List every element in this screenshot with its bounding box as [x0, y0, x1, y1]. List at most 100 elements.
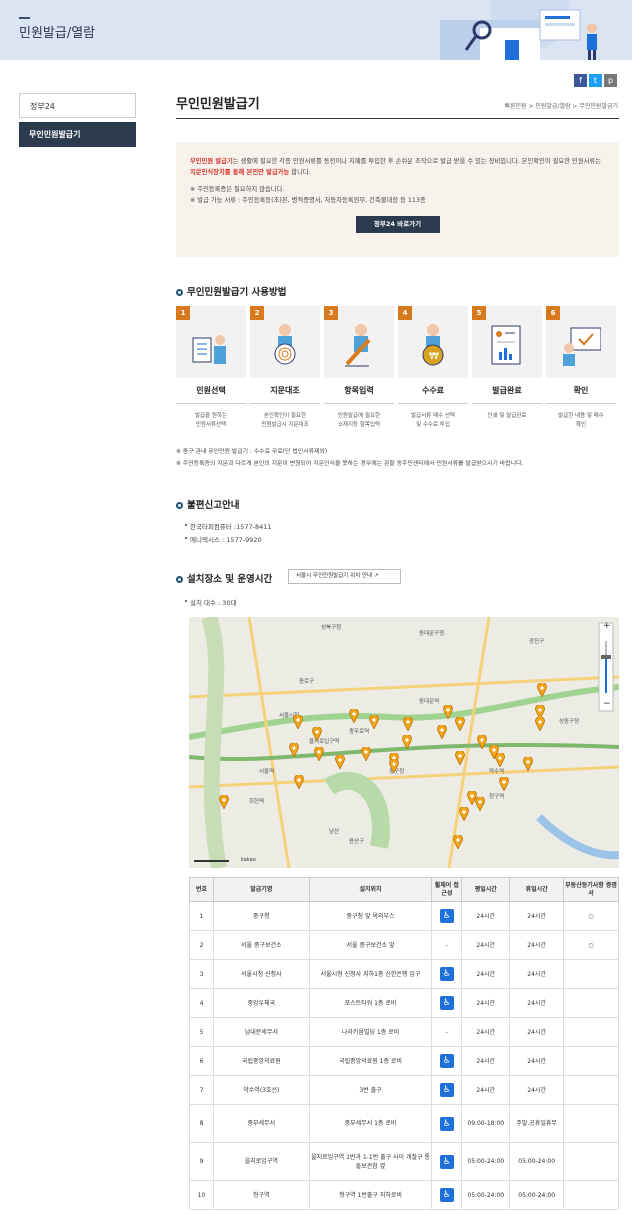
- table-header-cell: 휠체어 접근성: [431, 877, 463, 902]
- info-note-1: ※ 주민등록증은 필요하지 않습니다.: [190, 186, 285, 193]
- map-place-label: 충무로역: [349, 729, 370, 735]
- location-title: 설치장소 및 운영시간: [187, 574, 273, 585]
- print-icon[interactable]: p: [604, 74, 617, 87]
- map-place-label: 남산: [329, 829, 340, 835]
- map-marker-icon[interactable]: [455, 717, 465, 731]
- table-cell: [563, 1046, 619, 1076]
- table-cell: 청구역 1번출구 지하로비: [308, 1180, 433, 1210]
- step-5: 5 발급완료 인쇄 및 발급완료: [472, 306, 542, 430]
- wheelchair-icon: ♿: [439, 1188, 454, 1202]
- map-marker-icon[interactable]: [499, 777, 509, 791]
- wheelchair-icon: ♿: [439, 967, 454, 981]
- map-place-label: 성동구청: [559, 719, 580, 725]
- location-map[interactable]: + − kakao 성북구청 동대문구청 서울시청 중구청 남산 서울역 용산구 성동구청 광진…: [189, 617, 619, 868]
- facebook-icon[interactable]: f: [574, 74, 587, 87]
- map-place-label: 종로구: [299, 679, 315, 685]
- table-row: 8 중부세무서 중부세무서 1층 로비 ♿ 09:00-18:00 주말,공휴일휴무: [189, 1104, 619, 1143]
- step-label: 수수료: [421, 386, 445, 395]
- table-cell: ○: [563, 901, 619, 931]
- map-marker-icon[interactable]: [314, 747, 324, 761]
- table-cell: [563, 1180, 619, 1210]
- table-cell: 24시간: [509, 1075, 565, 1105]
- zoom-in-button[interactable]: +: [603, 621, 611, 631]
- map-marker-icon[interactable]: [455, 751, 465, 765]
- note-1: ※ 중구 관내 무인민원 발급기 : 수수료 무료(단 법인서류제외): [176, 449, 328, 455]
- step-number: 4: [398, 306, 412, 320]
- map-marker-icon[interactable]: [361, 747, 371, 761]
- map-marker-icon[interactable]: [475, 797, 485, 811]
- map-marker-icon[interactable]: [443, 705, 453, 719]
- seoul-kiosk-location-link[interactable]: 서울시 무인민원발급기 위치 안내 ↗: [288, 569, 401, 584]
- location-heading: 설치장소 및 운영시간: [176, 571, 272, 585]
- table-cell: 청구역: [212, 1180, 310, 1210]
- map-marker-icon[interactable]: [495, 753, 505, 767]
- table-cell: 24시간: [461, 930, 511, 960]
- map-marker-icon[interactable]: [335, 755, 345, 769]
- map-marker-icon[interactable]: [389, 759, 399, 773]
- map-marker-icon[interactable]: [477, 735, 487, 749]
- table-cell: 24시간: [509, 930, 565, 960]
- map-marker-icon[interactable]: [293, 715, 303, 729]
- table-cell: 을지로입구역 1번과 1-1번 출구 사이 개찰구 통돌보관함 옆: [308, 1142, 433, 1181]
- complaint-title: 불편신고안내: [187, 500, 240, 511]
- bullet-circle-icon: [176, 502, 183, 509]
- map-marker-icon[interactable]: [535, 717, 545, 731]
- step-desc: 발급을 원하는 민원서류선택: [176, 403, 246, 430]
- table-cell: [563, 1104, 619, 1143]
- map-place-label: 동대문구청: [419, 631, 445, 637]
- map-marker-icon[interactable]: [289, 743, 299, 757]
- table-cell: 서울 중구보건소 앞: [308, 930, 433, 960]
- map-marker-icon[interactable]: [537, 683, 547, 697]
- table-cell: 24시간: [509, 959, 565, 989]
- table-cell: 서울시청 신청사: [212, 959, 310, 989]
- complaint-contact-1: 한국타피컴퓨터 :1577-8411: [185, 523, 272, 531]
- table-cell: [563, 1017, 619, 1047]
- table-cell: 나라키움빌딩 1층 로비: [308, 1017, 433, 1047]
- map-place-label: 청구역: [489, 794, 505, 800]
- map-place-label: 약수역: [489, 769, 505, 775]
- map-marker-icon[interactable]: [349, 709, 359, 723]
- table-cell: 05:00-24:00: [461, 1180, 511, 1210]
- table-row: 9 을지로입구역 을지로입구역 1번과 1-1번 출구 사이 개찰구 통돌보관함 옆…: [189, 1142, 619, 1181]
- map-marker-icon[interactable]: [294, 775, 304, 789]
- printed-document-icon: [491, 325, 521, 365]
- map-marker-icon[interactable]: [402, 735, 412, 749]
- gov24-link-button[interactable]: 정부24 바로가기: [355, 216, 440, 233]
- install-count: 설치 대수 : 30대: [185, 599, 237, 607]
- table-cell: ♿: [431, 988, 463, 1018]
- map-marker-icon[interactable]: [369, 715, 379, 729]
- wheelchair-icon: ♿: [439, 1054, 454, 1068]
- table-row: 4 중앙우체국 포스트타워 1층 로비 ♿ 24시간 24시간: [189, 988, 619, 1018]
- twitter-icon[interactable]: t: [589, 74, 602, 87]
- map-marker-icon[interactable]: [459, 807, 469, 821]
- step-number: 2: [250, 306, 264, 320]
- bullet-circle-icon: [176, 289, 183, 296]
- table-cell: 중앙우체국: [212, 988, 310, 1018]
- table-header-cell: 발급기명: [212, 877, 310, 902]
- map-place-label: 동대문역: [419, 699, 440, 705]
- wheelchair-icon: ♿: [439, 1116, 454, 1131]
- table-cell: 3: [189, 959, 214, 989]
- map-marker-icon[interactable]: [437, 725, 447, 739]
- step-desc: 본인확인이 필요한 민원발급시 지문대조: [250, 403, 320, 430]
- table-cell: 1: [189, 901, 214, 931]
- step-4: 4 ₩ 수수료 발급서류 매수 선택 및 수수료 투입: [398, 306, 468, 430]
- map-marker-icon[interactable]: [523, 757, 533, 771]
- map-marker-icon[interactable]: [219, 795, 229, 809]
- zoom-out-button[interactable]: −: [603, 699, 611, 709]
- table-cell: ♿: [431, 959, 463, 989]
- table-cell: [563, 959, 619, 989]
- info-paragraph: 무인민원 발급기는 생활에 필요한 각종 민원서류를 동전이나 지폐를 투입한 …: [190, 156, 605, 178]
- table-cell: 24시간: [461, 901, 511, 931]
- lnb-item-gov24[interactable]: 정부24: [19, 93, 136, 118]
- map-place-label: 회현역: [249, 799, 265, 805]
- map-marker-icon[interactable]: [453, 835, 463, 849]
- lnb-item-kiosk[interactable]: 무인민원발급기: [19, 122, 136, 147]
- table-cell: 24시간: [461, 988, 511, 1018]
- map-marker-icon[interactable]: [312, 727, 322, 741]
- map-marker-icon[interactable]: [403, 717, 413, 731]
- left-nav: 정부24 무인민원발급기: [19, 93, 136, 147]
- table-cell: 5: [189, 1017, 214, 1047]
- note-2: ※ 주민등록증의 지문과 다르게 본인의 지문이 변형되어 지문인식을 못하는 …: [176, 461, 524, 467]
- table-row: 6 국립중앙의료원 국립중앙의료원 1층 로비 ♿ 24시간 24시간: [189, 1046, 619, 1076]
